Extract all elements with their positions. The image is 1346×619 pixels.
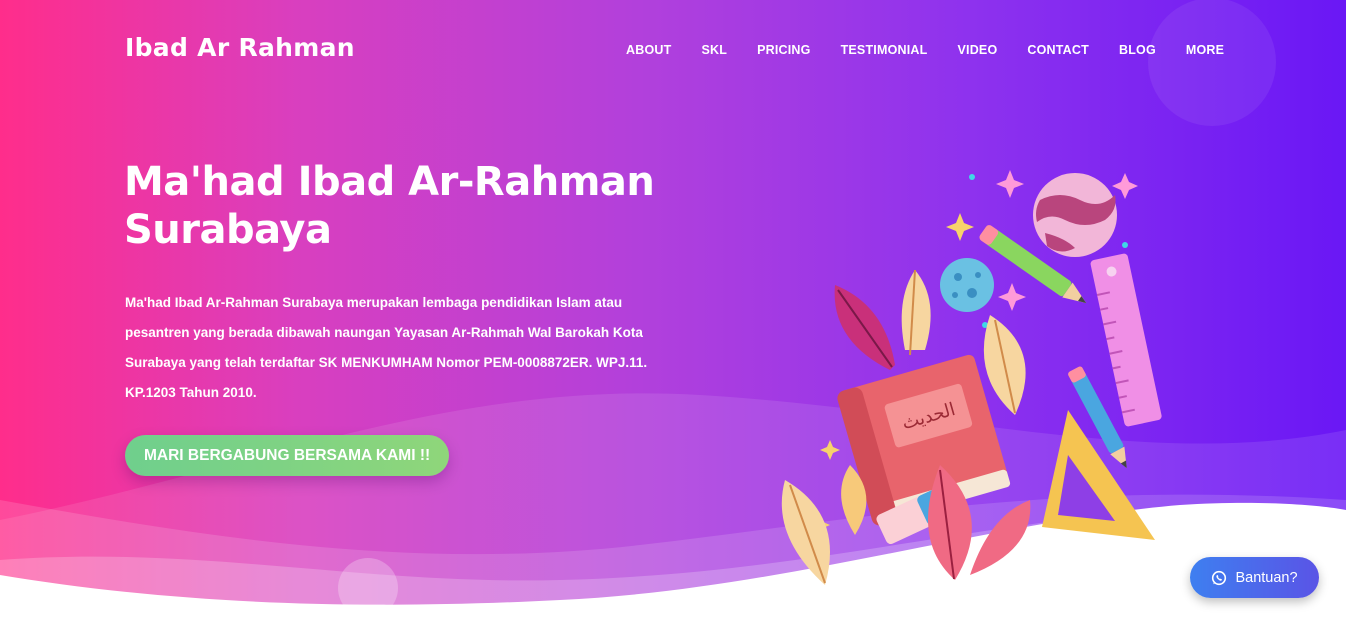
top-navbar: Ibad Ar Rahman ABOUT SKL PRICING TESTIMO…: [0, 0, 1346, 80]
planet-pink: [1033, 173, 1117, 257]
nav-blog[interactable]: BLOG: [1119, 43, 1156, 57]
nav-testimonial[interactable]: TESTIMONIAL: [841, 43, 928, 57]
nav-pricing[interactable]: PRICING: [757, 43, 811, 57]
nav-more[interactable]: MORE: [1186, 43, 1224, 57]
nav-about[interactable]: ABOUT: [626, 43, 671, 57]
planet-blue: [940, 258, 994, 312]
help-button[interactable]: Bantuan?: [1190, 557, 1319, 598]
ruler: [1090, 253, 1162, 427]
brand-logo[interactable]: Ibad Ar Rahman: [125, 33, 355, 62]
hero-title-line1: Ma'had Ibad Ar-Rahman: [124, 159, 655, 205]
help-button-label: Bantuan?: [1235, 569, 1298, 586]
hero-title-line2: Surabaya: [124, 207, 332, 253]
nav-contact[interactable]: CONTACT: [1027, 43, 1089, 57]
whatsapp-icon: [1212, 570, 1227, 585]
hero-title: Ma'had Ibad Ar-Rahman Surabaya: [124, 158, 744, 254]
join-button[interactable]: MARI BERGABUNG BERSAMA KAMI !!: [125, 435, 450, 476]
hero-section: Ibad Ar Rahman ABOUT SKL PRICING TESTIMO…: [0, 0, 1346, 619]
nav-skl[interactable]: SKL: [701, 43, 727, 57]
leaf-red-left: [834, 285, 895, 370]
leaf-yellow-top: [901, 269, 931, 356]
nav-video[interactable]: VIDEO: [957, 43, 997, 57]
leaf-yellow-bottom: [781, 465, 867, 585]
leaf-yellow-right: [983, 315, 1026, 415]
hero-description: Ma'had Ibad Ar-Rahman Surabaya merupakan…: [125, 295, 648, 400]
education-illustration: الحديث: [781, 170, 1162, 585]
main-menu: ABOUT SKL PRICING TESTIMONIAL VIDEO CONT…: [626, 43, 1224, 57]
